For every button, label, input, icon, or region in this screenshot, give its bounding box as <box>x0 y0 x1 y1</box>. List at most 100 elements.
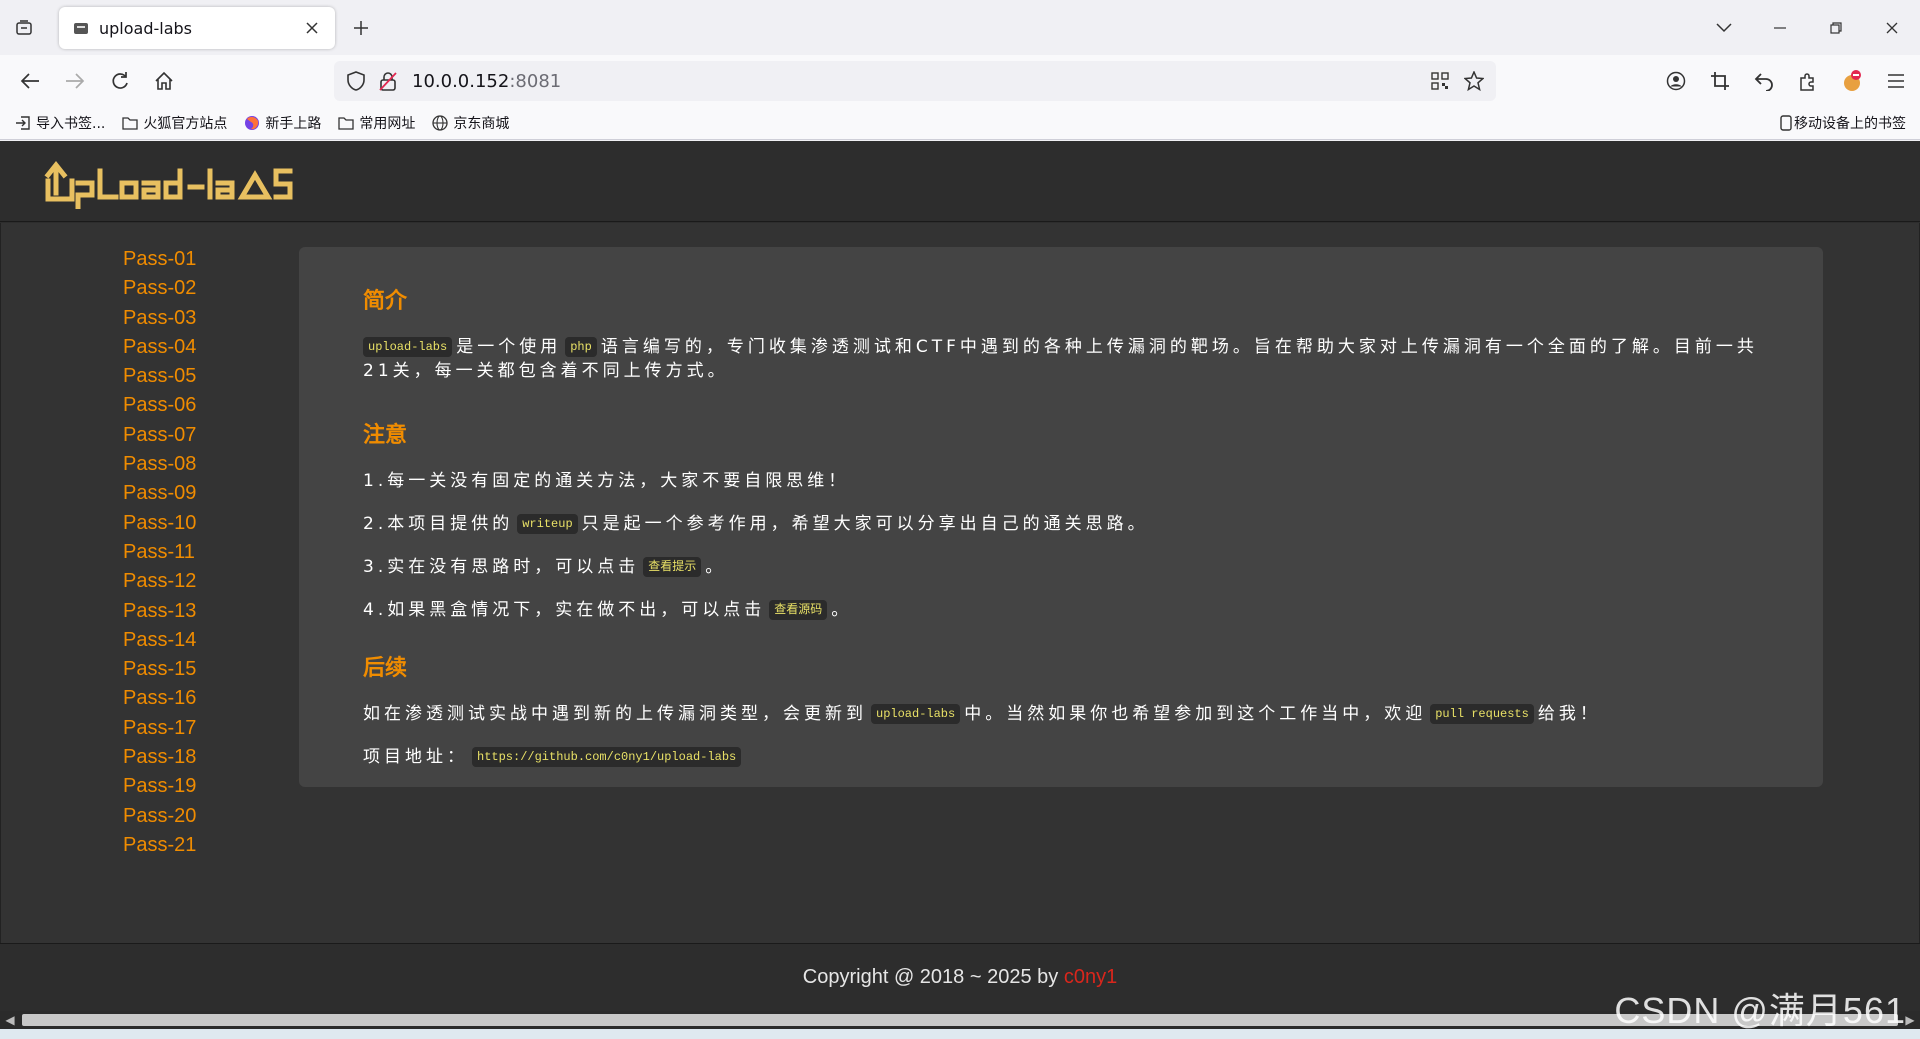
followup-text: 中。当然如果你也希望参加到这个工作当中，欢迎 <box>964 704 1427 724</box>
pass-link[interactable]: Pass-08 <box>123 450 243 479</box>
bookmark-common-sites[interactable]: 常用网址 <box>337 113 415 133</box>
qr-code-icon[interactable] <box>1428 69 1452 93</box>
site-favicon-icon <box>73 19 91 37</box>
note-text: 3.实在没有思路时，可以点击 <box>363 557 640 577</box>
pass-link[interactable]: Pass-18 <box>123 743 243 772</box>
bookmarks-toolbar: 导入书签... 火狐官方站点 新手上路 常用网址 京东商城 移动设备上的书签 <box>0 106 1920 140</box>
intro-text-1: 是一个使用 <box>456 337 562 357</box>
folder-icon <box>337 114 355 132</box>
followup-heading: 后续 <box>363 655 408 680</box>
url-port: :8081 <box>509 70 562 92</box>
bookmark-star-icon[interactable] <box>1462 69 1486 93</box>
code-tag: writeup <box>517 514 578 534</box>
followup-paragraph: 如在渗透测试实战中遇到新的上传漏洞类型，会更新到 upload-labs 中。当然如… <box>363 702 1759 726</box>
upload-labs-logo-icon <box>44 160 293 210</box>
site-logo[interactable] <box>44 153 334 210</box>
notes-heading: 注意 <box>363 422 408 447</box>
bookmark-jd-mall[interactable]: 京东商城 <box>431 113 509 133</box>
pass-link[interactable]: Pass-03 <box>123 304 243 333</box>
tracking-shield-icon[interactable] <box>344 69 368 93</box>
pass-link[interactable]: Pass-15 <box>123 655 243 684</box>
code-tag: pull requests <box>1430 704 1534 724</box>
copyright-label: Copyright @ 2018 ~ 2025 by <box>802 966 1064 988</box>
navigation-toolbar: 10.0.0.152:8081 <box>0 55 1920 106</box>
pass-link[interactable]: Pass-13 <box>123 597 243 626</box>
bookmark-label: 京东商城 <box>453 115 510 132</box>
bookmark-label: 新手上路 <box>265 115 322 132</box>
author-link[interactable]: c0ny1 <box>1064 966 1117 988</box>
mobile-bookmarks[interactable]: 移动设备上的书签 <box>1780 113 1906 133</box>
note-text: 4.如果黑盒情况下，实在做不出，可以点击 <box>363 600 766 620</box>
content-area: Pass-01 Pass-02 Pass-03 Pass-04 Pass-05 … <box>0 223 1920 943</box>
intro-heading: 简介 <box>363 288 408 313</box>
pass-link[interactable]: Pass-09 <box>123 479 243 508</box>
pass-sidebar: Pass-01 Pass-02 Pass-03 Pass-04 Pass-05 … <box>123 245 243 860</box>
tab-list-icon[interactable] <box>12 16 36 40</box>
view-hint-link[interactable]: 查看提示 <box>643 557 702 577</box>
followup-text: 给我！ <box>1537 704 1601 724</box>
list-all-tabs-chevron-icon[interactable] <box>1696 0 1752 55</box>
note-text: 只是起一个参考作用，希望大家可以分享出自己的通关思路。 <box>581 514 1149 534</box>
close-tab-icon[interactable] <box>303 19 321 37</box>
pass-link[interactable]: Pass-01 <box>123 245 243 274</box>
pass-link[interactable]: Pass-16 <box>123 684 243 713</box>
minimize-icon[interactable] <box>1752 0 1808 55</box>
bookmark-import[interactable]: 导入书签... <box>14 113 105 133</box>
note-3: 3.实在没有思路时，可以点击 查看提示。 <box>363 555 1759 579</box>
followup-text: 如在渗透测试实战中遇到新的上传漏洞类型，会更新到 <box>363 704 867 724</box>
tab-bar: upload-labs <box>0 0 1920 55</box>
account-icon[interactable] <box>1662 67 1690 95</box>
insecure-lock-icon[interactable] <box>376 69 400 93</box>
copyright-text: Copyright @ 2018 ~ 2025 by c0ny1 <box>803 966 1117 989</box>
menu-hamburger-icon[interactable] <box>1882 67 1910 95</box>
forward-arrow-icon[interactable] <box>62 68 88 94</box>
close-window-icon[interactable] <box>1864 0 1920 55</box>
globe-icon <box>431 114 449 132</box>
pass-link[interactable]: Pass-17 <box>123 714 243 743</box>
bookmark-firefox-official[interactable]: 火狐官方站点 <box>121 113 227 133</box>
restore-icon[interactable] <box>1808 0 1864 55</box>
pass-link[interactable]: Pass-04 <box>123 333 243 362</box>
pass-link[interactable]: Pass-20 <box>123 802 243 831</box>
url-host: 10.0.0.152 <box>412 70 510 92</box>
pass-link[interactable]: Pass-11 <box>123 538 243 567</box>
code-tag: upload-labs <box>363 337 453 357</box>
bookmark-getting-started[interactable]: 新手上路 <box>243 113 321 133</box>
pass-link[interactable]: Pass-10 <box>123 509 243 538</box>
pass-link[interactable]: Pass-05 <box>123 362 243 391</box>
new-tab-plus-icon[interactable] <box>349 16 373 40</box>
browser-tab[interactable]: upload-labs <box>59 7 335 49</box>
address-bar[interactable]: 10.0.0.152:8081 <box>334 61 1496 101</box>
bookmark-label: 导入书签... <box>36 115 106 132</box>
note-4: 4.如果黑盒情况下，实在做不出，可以点击 查看源码。 <box>363 598 1759 622</box>
screenshot-crop-icon[interactable] <box>1706 67 1734 95</box>
code-tag: php <box>565 337 597 357</box>
pass-link[interactable]: Pass-14 <box>123 626 243 655</box>
note-text: 。 <box>705 557 727 577</box>
bookmark-label: 常用网址 <box>359 115 416 132</box>
pass-link[interactable]: Pass-02 <box>123 274 243 303</box>
extension-badge-icon[interactable] <box>1838 67 1866 95</box>
view-source-link[interactable]: 查看源码 <box>769 600 828 620</box>
firefox-logo-icon <box>243 114 261 132</box>
back-arrow-icon[interactable] <box>17 68 43 94</box>
intro-paragraph: upload-labs 是一个使用 php 语言编写的，专门收集渗透测试和CTF中遇到… <box>363 335 1759 383</box>
pass-link[interactable]: Pass-21 <box>123 831 243 860</box>
pass-link[interactable]: Pass-19 <box>123 772 243 801</box>
home-icon[interactable] <box>151 68 177 94</box>
extensions-puzzle-icon[interactable] <box>1794 67 1822 95</box>
intro-panel: 简介 upload-labs 是一个使用 php 语言编写的，专门收集渗透测试和CTF… <box>299 247 1823 787</box>
url-text[interactable]: 10.0.0.152:8081 <box>412 71 561 92</box>
code-tag: upload-labs <box>871 704 961 724</box>
bookmark-label: 火狐官方站点 <box>143 115 228 132</box>
project-url-link[interactable]: https://github.com/c0ny1/upload-labs <box>472 747 742 767</box>
mobile-bookmarks-label: 移动设备上的书签 <box>1794 116 1906 132</box>
mobile-device-icon <box>1780 115 1792 131</box>
reload-icon[interactable] <box>107 68 133 94</box>
scroll-left-icon[interactable]: ◀ <box>0 1011 20 1029</box>
undo-arrow-icon[interactable] <box>1750 67 1778 95</box>
pass-link[interactable]: Pass-12 <box>123 567 243 596</box>
pass-link[interactable]: Pass-07 <box>123 421 243 450</box>
note-2: 2.本项目提供的 writeup 只是起一个参考作用，希望大家可以分享出自己的通关思… <box>363 512 1759 536</box>
pass-link[interactable]: Pass-06 <box>123 391 243 420</box>
